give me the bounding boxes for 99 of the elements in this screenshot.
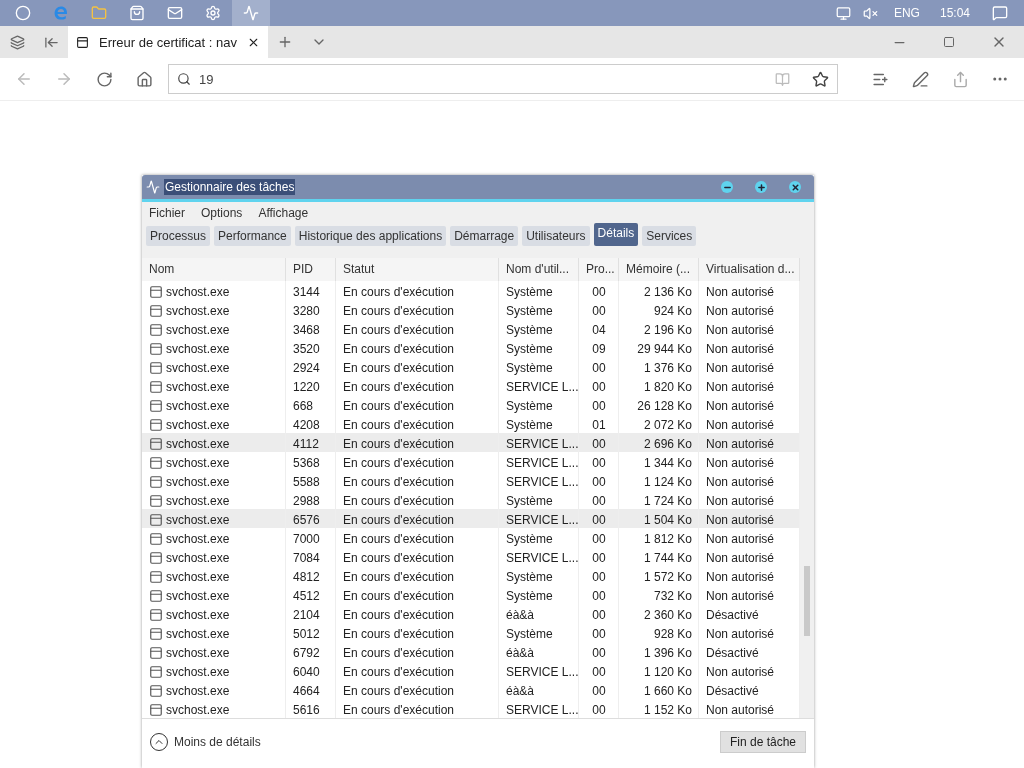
app-icon [149,683,163,698]
table-row[interactable]: svchost.exe 2988 En cours d'exécution Système 00 1 724 Ko Non autorisé [142,490,800,509]
app-icon [149,284,163,299]
table-row[interactable]: svchost.exe 4812 En cours d'exécution Système 00 1 572 Ko Non autorisé [142,566,800,585]
new-tab-icon[interactable] [277,34,293,50]
tab[interactable]: Processus [146,226,211,246]
share-icon[interactable] [951,70,969,88]
table-row[interactable]: svchost.exe 4512 En cours d'exécution Système 00 732 Ko Non autorisé [142,585,800,604]
table-row[interactable]: svchost.exe 3468 En cours d'exécution Système 04 2 196 Ko Non autorisé [142,319,800,338]
browser-tab[interactable]: Erreur de certificat : nav [68,26,268,58]
app-icon [149,664,163,679]
app-icon [149,645,163,660]
app-icon [149,626,163,641]
fewer-details-toggle[interactable]: Moins de détails [150,733,261,751]
settings-icon [205,5,221,21]
scrollbar[interactable] [800,258,814,718]
scroll-thumb[interactable] [804,566,810,636]
table-row[interactable]: svchost.exe 6576 En cours d'exécution SERVICE L... 00 1 504 Ko Non autorisé [142,509,800,528]
minimize-button[interactable] [721,181,733,193]
maximize-icon[interactable] [943,36,955,48]
page-icon [76,34,89,50]
table-cell: En cours d'exécution [336,699,499,718]
table-cell: SERVICE L... [499,699,579,718]
app-icon [149,455,163,470]
table-row[interactable]: svchost.exe 3144 En cours d'exécution Système 00 2 136 Ko Non autorisé [142,281,800,300]
plus-icon [756,182,766,192]
forward-icon[interactable] [55,70,73,88]
app-icon [149,341,163,356]
table-row[interactable]: svchost.exe 4112 En cours d'exécution SERVICE L... 00 2 696 Ko Non autorisé [142,433,800,452]
app-icon [149,398,163,413]
tab[interactable]: Détails [593,223,639,246]
pen-icon[interactable] [911,70,929,88]
app-icon [149,493,163,508]
app-icon [149,436,163,451]
table-row[interactable]: svchost.exe 4664 En cours d'exécution éà&à 00 1 660 Ko Désactivé [142,680,800,699]
app-icon [149,531,163,546]
close-icon [790,182,800,192]
app-icon [149,702,163,717]
table-cell: 5616 [286,699,336,718]
tab[interactable]: Démarrage [450,226,519,246]
back-icon[interactable] [15,70,33,88]
app-icon [149,417,163,432]
app-icon [149,550,163,565]
refresh-icon[interactable] [95,70,113,88]
activity-icon [146,180,160,194]
table-row[interactable]: svchost.exe 3280 En cours d'exécution Système 00 924 Ko Non autorisé [142,300,800,319]
mail-icon [167,5,183,21]
browser-logo-icon [53,5,69,21]
menu-item[interactable]: Fichier [149,206,185,220]
close-button[interactable] [789,181,801,193]
app-icon [149,588,163,603]
table-row[interactable]: svchost.exe 6792 En cours d'exécution éà&à 00 1 396 Ko Désactivé [142,642,800,661]
menu-item[interactable]: Options [201,206,243,220]
app-icon [149,512,163,527]
maximize-button[interactable] [755,181,767,193]
table-cell: svchost.exe [142,699,286,718]
table-row[interactable]: svchost.exe 7000 En cours d'exécution Système 00 1 812 Ko Non autorisé [142,528,800,547]
table-row[interactable]: svchost.exe 5368 En cours d'exécution SERVICE L... 00 1 344 Ko Non autorisé [142,452,800,471]
app-icon [149,303,163,318]
reading-view-icon[interactable] [775,71,790,87]
table-cell: 00 [579,699,619,718]
tab[interactable]: Services [642,226,697,246]
app-icon [149,569,163,584]
address-field[interactable]: 19 [168,64,838,94]
table-row[interactable]: svchost.exe 2104 En cours d'exécution éà&à 00 2 360 Ko Désactivé [142,604,800,623]
table-row[interactable]: svchost.exe 7084 En cours d'exécution SERVICE L... 00 1 744 Ko Non autorisé [142,547,800,566]
volume-muted-icon[interactable] [862,5,878,21]
app-icon [149,379,163,394]
bag-icon [129,5,145,21]
activity-icon [243,5,259,21]
tab[interactable]: Utilisateurs [522,226,590,246]
search-icon [177,72,191,86]
folder-icon [91,5,107,21]
home-icon[interactable] [135,70,153,88]
table-cell: 1 152 Ko [619,699,699,718]
tab[interactable]: Performance [214,226,291,246]
table-row[interactable]: svchost.exe 5616 En cours d'exécution SERVICE L... 00 1 152 Ko Non autorisé [142,699,800,718]
end-task-button[interactable]: Fin de tâche [719,731,806,753]
circle-icon [15,5,31,21]
table-row[interactable]: svchost.exe 1220 En cours d'exécution SERVICE L... 00 1 820 Ko Non autorisé [142,376,800,395]
table-row[interactable]: svchost.exe 5588 En cours d'exécution SERVICE L... 00 1 124 Ko Non autorisé [142,471,800,490]
window-title: Gestionnaire des tâches [164,179,296,195]
app-icon [149,360,163,375]
table-row[interactable]: svchost.exe 3520 En cours d'exécution Système 09 29 944 Ko Non autorisé [142,338,800,357]
table-row[interactable]: svchost.exe 6040 En cours d'exécution SERVICE L... 00 1 120 Ko Non autorisé [142,661,800,680]
app-icon [149,607,163,622]
menu-item[interactable]: Affichage [258,206,309,220]
table-row[interactable]: svchost.exe 668 En cours d'exécution Système 00 26 128 Ko Non autorisé [142,395,800,414]
tab[interactable]: Historique des applications [294,226,447,246]
app-icon [149,322,163,337]
table-row[interactable]: svchost.exe 5012 En cours d'exécution Système 00 928 Ko Non autorisé [142,623,800,642]
notification-icon[interactable] [992,5,1008,21]
network-icon[interactable] [835,5,851,21]
table-row[interactable]: svchost.exe 2924 En cours d'exécution Système 00 1 376 Ko Non autorisé [142,357,800,376]
app-icon [149,474,163,489]
star-icon[interactable] [812,70,829,88]
table-row[interactable]: svchost.exe 4208 En cours d'exécution Système 01 2 072 Ko Non autorisé [142,414,800,433]
tabs-icon[interactable] [9,34,25,50]
taskbar-app[interactable] [232,0,270,26]
